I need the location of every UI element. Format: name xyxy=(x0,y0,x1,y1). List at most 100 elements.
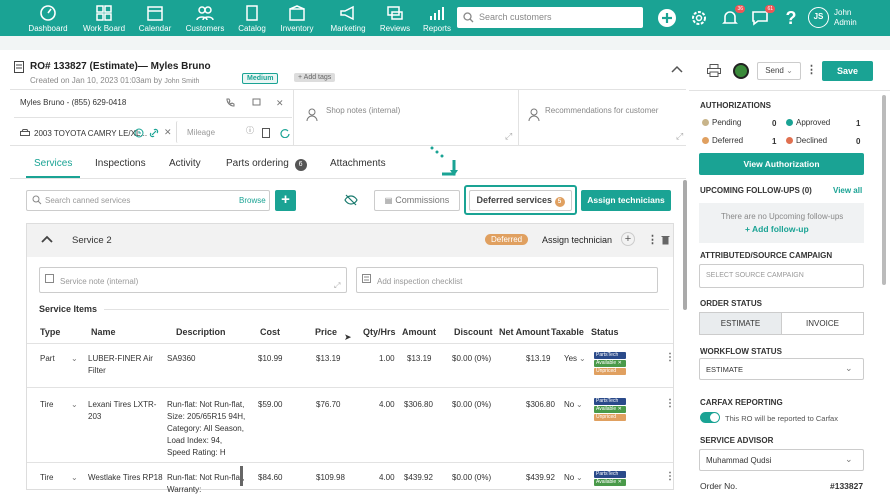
commissions-button[interactable]: ▤ Commissions xyxy=(374,190,460,211)
refresh-icon[interactable] xyxy=(280,128,290,140)
more-actions-icon[interactable]: ⋮ xyxy=(806,63,817,76)
person-icon xyxy=(306,108,318,124)
priority-badge[interactable]: Medium xyxy=(242,73,279,84)
row-menu-icon[interactable]: ⋮ xyxy=(665,471,675,482)
avatar[interactable]: JS xyxy=(808,7,829,28)
document-small-icon[interactable] xyxy=(262,128,270,140)
shop-notes-input[interactable]: Shop notes (internal) xyxy=(326,106,400,115)
quickbooks-icon[interactable] xyxy=(733,63,749,79)
reports-icon xyxy=(430,7,444,20)
page-title: RO# 133827 (Estimate)— Myles Bruno xyxy=(30,61,211,72)
collapse-service-icon[interactable] xyxy=(41,235,53,245)
col-taxable: Taxable xyxy=(551,327,584,337)
help-icon[interactable]: ? xyxy=(781,8,801,28)
estimate-toggle[interactable]: ESTIMATE xyxy=(699,312,782,335)
add-technician-button[interactable]: + xyxy=(621,232,635,246)
row-menu-icon[interactable]: ⋮ xyxy=(665,352,675,363)
deferred-status-badge: Deferred xyxy=(485,234,529,245)
tab-services[interactable]: Services xyxy=(34,158,72,169)
recommendations-input[interactable]: Recommendations for customer xyxy=(545,106,658,115)
deferred-services-button[interactable]: Deferred services 5 xyxy=(469,190,572,211)
followups-title: UPCOMING FOLLOW-UPS (0) xyxy=(700,186,812,195)
add-tags-button[interactable]: + Add tags xyxy=(294,73,336,82)
assign-technician-label[interactable]: Assign technician xyxy=(542,235,612,245)
main-scrollbar[interactable] xyxy=(683,180,687,310)
col-description: Description xyxy=(176,327,226,337)
browse-link[interactable]: Browse xyxy=(239,196,266,205)
expand-icon[interactable]: ⤢ xyxy=(676,131,683,142)
add-followup-button[interactable]: + Add follow-up xyxy=(745,224,809,234)
calendar-icon xyxy=(147,6,163,21)
link-icon[interactable] xyxy=(149,128,159,140)
col-type: Type xyxy=(40,327,61,337)
col-net-amount: Net Amount xyxy=(499,327,550,337)
row-menu-icon[interactable]: ⋮ xyxy=(665,398,675,409)
add-service-button[interactable]: + xyxy=(275,190,296,211)
phone-icon[interactable] xyxy=(226,98,235,109)
taxable-dropdown-icon[interactable]: ⌄ xyxy=(576,472,583,484)
info-icon: ⓘ xyxy=(246,126,254,135)
parts-count-badge: 6 xyxy=(294,159,307,171)
assign-technicians-button[interactable]: Assign technicians xyxy=(581,190,671,211)
visibility-off-icon[interactable] xyxy=(344,194,358,208)
add-button[interactable] xyxy=(657,8,677,28)
taxable-dropdown-icon[interactable]: ⌄ xyxy=(579,353,586,365)
auth-pending: Pending xyxy=(702,118,741,127)
customer-info[interactable]: Myles Bruno - (855) 629-0418 xyxy=(20,98,126,107)
source-campaign-select[interactable]: SELECT SOURCE CAMPAIGN xyxy=(699,264,864,288)
remove-vehicle-icon[interactable]: ✕ xyxy=(164,127,172,138)
print-icon[interactable] xyxy=(707,64,721,79)
collapse-icon[interactable] xyxy=(671,65,683,75)
taxable-dropdown-icon[interactable]: ⌄ xyxy=(576,399,583,411)
col-amount: Amount xyxy=(402,327,436,337)
chat-button[interactable]: 61 xyxy=(750,5,775,28)
canned-services-search[interactable]: Search canned services xyxy=(26,190,270,211)
remove-customer-icon[interactable]: ✕ xyxy=(276,98,284,109)
workflow-status-select[interactable]: ESTIMATE xyxy=(699,358,864,380)
vehicle-info[interactable]: 2003 TOYOTA CAMRY LE/XL... xyxy=(34,129,147,138)
workflow-title: WORKFLOW STATUS xyxy=(700,347,782,356)
chevron-down-icon: ⌄ xyxy=(845,454,853,464)
no-followups-text: There are no Upcoming follow-ups xyxy=(721,212,844,221)
trash-icon[interactable] xyxy=(661,235,670,247)
service-name[interactable]: Service 2 xyxy=(72,235,112,246)
save-button[interactable]: Save xyxy=(822,61,873,81)
notifications-button[interactable]: 36 xyxy=(720,5,745,28)
inspection-checklist-input[interactable]: Add inspection checklist xyxy=(356,267,658,293)
status-tags: PartsTech Available ✕ xyxy=(594,471,626,487)
work-board-icon xyxy=(96,5,112,21)
tab-inspections[interactable]: Inspections xyxy=(95,158,146,169)
invoice-toggle[interactable]: INVOICE xyxy=(781,312,864,335)
send-dropdown[interactable]: Send ⌄ xyxy=(757,62,801,80)
service-items-title: Service Items xyxy=(39,304,98,314)
scroll-marker xyxy=(240,466,243,486)
nav-dashboard[interactable]: Dashboard xyxy=(18,4,78,33)
view-all-link[interactable]: View all xyxy=(833,186,862,195)
mouse-cursor-icon: ➤ xyxy=(344,332,352,342)
view-authorization-button[interactable]: View Authorization xyxy=(699,153,864,175)
type-dropdown-icon[interactable]: ⌄ xyxy=(71,399,78,411)
service-advisor-select[interactable]: Muhammad Qudsi xyxy=(699,449,864,471)
col-price: Price xyxy=(315,327,338,337)
type-dropdown-icon[interactable]: ⌄ xyxy=(71,472,78,484)
carfax-toggle[interactable] xyxy=(700,412,720,423)
message-icon[interactable] xyxy=(252,98,261,109)
more-options-icon[interactable]: ⋮ xyxy=(647,233,658,246)
tab-attachments[interactable]: Attachments xyxy=(330,158,386,169)
history-icon[interactable] xyxy=(134,128,144,140)
expand-icon[interactable]: ⤢ xyxy=(334,281,340,291)
type-dropdown-icon[interactable]: ⌄ xyxy=(71,353,78,365)
expand-icon[interactable]: ⤢ xyxy=(505,131,512,142)
document-icon xyxy=(14,61,24,75)
service-note-input[interactable]: Service note (internal) xyxy=(39,267,347,293)
customers-icon xyxy=(196,6,214,21)
settings-button[interactable] xyxy=(689,8,709,28)
tab-parts-ordering[interactable]: Parts ordering 6 xyxy=(226,158,307,171)
auth-declined: Declined xyxy=(786,136,827,145)
sidebar-scrollbar[interactable] xyxy=(882,95,886,285)
tab-activity[interactable]: Activity xyxy=(169,158,201,169)
person-icon xyxy=(528,108,540,124)
followups-box xyxy=(699,203,864,243)
search-customers-input[interactable]: Search customers xyxy=(457,7,643,28)
advisor-title: SERVICE ADVISOR xyxy=(700,436,774,445)
